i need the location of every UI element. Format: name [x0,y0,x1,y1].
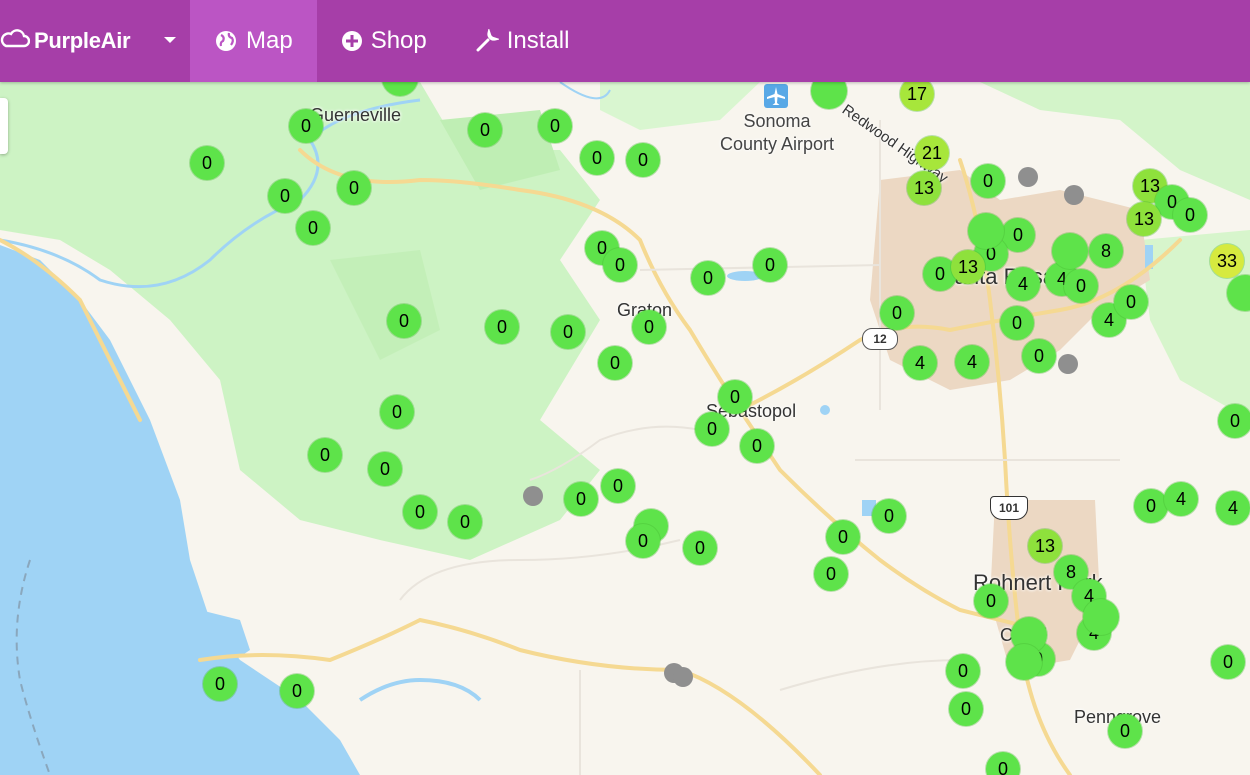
sensor-marker[interactable]: 0 [1134,489,1168,523]
offline-sensor-marker[interactable] [1018,167,1038,187]
sensor-marker[interactable]: 0 [598,346,632,380]
top-navbar: PurpleAir Map Shop Install [0,0,1250,82]
cloud-icon [0,24,31,59]
sensor-marker[interactable]: 0 [448,505,482,539]
sensor-marker[interactable]: 0 [468,113,502,147]
sensor-marker[interactable]: 0 [1064,269,1098,303]
sensor-marker[interactable]: 0 [971,164,1005,198]
nav-label-map: Map [246,27,293,54]
sensor-marker[interactable]: 0 [880,296,914,330]
nav-item-install[interactable]: Install [451,0,594,82]
nav-label-install: Install [506,27,570,54]
sensor-marker[interactable]: 0 [691,261,725,295]
sensor-marker[interactable]: 33 [1210,244,1244,278]
sensor-marker[interactable]: 0 [601,469,635,503]
sensor-marker[interactable]: 21 [915,136,949,170]
nav-label-shop: Shop [370,27,427,54]
sensor-marker[interactable]: 0 [632,310,666,344]
sensor-marker[interactable]: 4 [1006,267,1040,301]
sensor-marker[interactable]: 0 [974,584,1008,618]
sensor-marker[interactable]: 0 [280,674,314,708]
sensor-marker[interactable]: 0 [826,520,860,554]
airport-label: Sonoma County Airport [712,110,842,157]
sensor-marker[interactable]: 4 [1164,482,1198,516]
sensor-marker[interactable]: 0 [1000,306,1034,340]
map-zoom-control[interactable] [0,98,8,154]
sensor-marker[interactable]: 0 [485,310,519,344]
sensor-marker[interactable]: 0 [296,211,330,245]
sensor-marker[interactable] [1006,644,1042,680]
sensor-marker[interactable]: 0 [564,482,598,516]
highway-shield-101: 101 [990,496,1028,520]
sensor-marker[interactable]: 0 [718,380,752,414]
sensor-marker[interactable]: 4 [1216,491,1250,525]
offline-sensor-marker[interactable] [673,667,693,687]
offline-sensor-marker[interactable] [523,486,543,506]
sensor-marker[interactable]: 0 [740,429,774,463]
offline-sensor-marker[interactable] [1058,354,1078,374]
sensor-marker[interactable]: 13 [1127,202,1161,236]
sensor-marker[interactable]: 0 [380,395,414,429]
sensor-marker[interactable]: 0 [308,438,342,472]
sensor-marker[interactable]: 0 [387,304,421,338]
sensor-marker[interactable]: 13 [907,171,941,205]
sensor-marker[interactable]: 0 [268,179,302,213]
wrench-icon [475,29,499,53]
sensor-marker[interactable]: 0 [683,531,717,565]
sensor-marker[interactable]: 0 [551,315,585,349]
sensor-marker[interactable] [968,213,1004,249]
sensor-marker[interactable]: 0 [1173,198,1207,232]
plus-circle-icon [341,30,363,52]
brand-name: PurpleAir [34,28,131,53]
sensor-marker[interactable]: 0 [872,499,906,533]
brand-logo[interactable]: PurpleAir [0,0,150,82]
brand-dropdown-toggle[interactable] [150,0,190,82]
sensor-marker[interactable]: 0 [753,248,787,282]
sensor-marker[interactable]: 13 [951,250,985,284]
sensor-map[interactable]: Guerneville Graton Sebastopol Santa Rosa… [0,82,1250,775]
sensor-marker[interactable]: 8 [1089,234,1123,268]
sensor-marker[interactable]: 4 [903,346,937,380]
sensor-marker[interactable]: 0 [814,557,848,591]
map-base-layer [0,82,1250,775]
sensor-marker[interactable]: 0 [580,141,614,175]
offline-sensor-marker[interactable] [1064,185,1084,205]
highway-shield-12: 12 [862,328,898,350]
sensor-marker[interactable]: 0 [190,146,224,180]
sensor-marker[interactable]: 0 [603,248,637,282]
sensor-marker[interactable]: 0 [1218,404,1250,438]
nav-item-map[interactable]: Map [190,0,317,82]
airport-label-line1: Sonoma [743,111,811,131]
sensor-marker[interactable]: 0 [626,524,660,558]
sensor-marker[interactable] [1083,599,1119,635]
airport-icon [764,84,788,113]
sensor-marker[interactable]: 0 [538,109,572,143]
sensor-marker[interactable]: 4 [955,345,989,379]
sensor-marker[interactable]: 0 [1022,339,1056,373]
caret-down-icon [163,32,177,50]
sensor-marker[interactable]: 0 [403,495,437,529]
sensor-marker[interactable]: 0 [289,109,323,143]
sensor-marker[interactable]: 0 [1211,645,1245,679]
sensor-marker[interactable]: 0 [203,667,237,701]
sensor-marker[interactable] [1052,233,1088,269]
sensor-marker[interactable]: 0 [1114,285,1148,319]
sensor-marker[interactable]: 0 [946,654,980,688]
sensor-marker[interactable]: 13 [1028,529,1062,563]
sensor-marker[interactable]: 0 [949,692,983,726]
sensor-marker[interactable]: 0 [368,452,402,486]
place-label: Guerneville [310,105,402,125]
globe-icon [214,29,238,53]
sensor-marker[interactable]: 0 [337,171,371,205]
sensor-marker[interactable]: 0 [626,143,660,177]
sensor-marker[interactable]: 0 [695,412,729,446]
sensor-marker[interactable]: 0 [1108,714,1142,748]
airport-label-line2: County Airport [719,134,835,155]
nav-item-shop[interactable]: Shop [317,0,451,82]
